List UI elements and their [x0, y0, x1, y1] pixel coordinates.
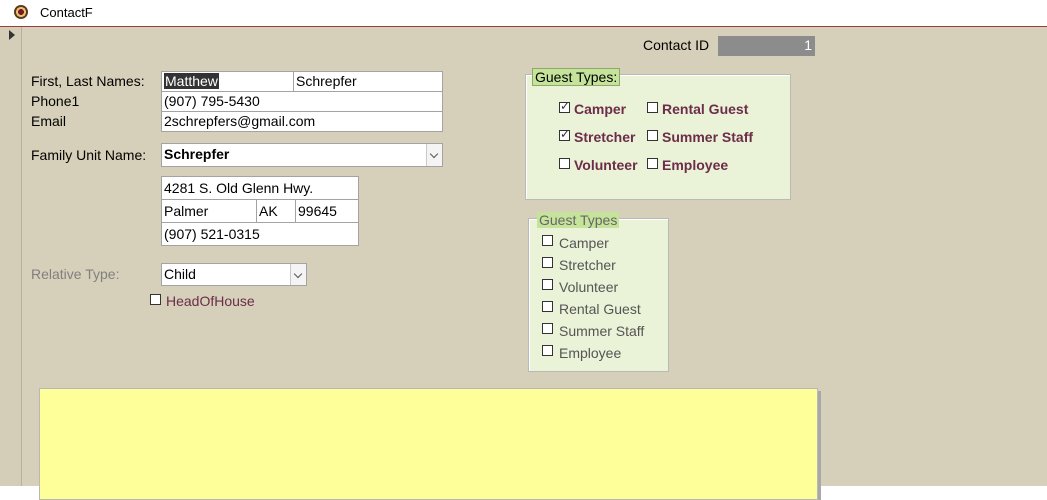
family-zip-field[interactable]: 99645	[295, 199, 359, 223]
email-field[interactable]: 2schrepfers@gmail.com	[161, 111, 443, 132]
form-detail-section: Contact ID 1 First, Last Names: Phone1 E…	[22, 27, 1047, 500]
gt-stretcher-label: Stretcher	[574, 129, 636, 145]
current-record-arrow-icon	[9, 30, 15, 40]
gt-rental-guest-label: Rental Guest	[662, 101, 749, 117]
last-name-field[interactable]: Schrepfer	[293, 71, 443, 92]
family-state-field[interactable]: AK	[256, 199, 296, 223]
gt-summer-staff-checkbox[interactable]	[647, 130, 658, 141]
chevron-down-icon[interactable]	[426, 144, 442, 166]
relative-type-value: Child	[164, 266, 196, 282]
first-name-field[interactable]: Matthew	[161, 71, 295, 92]
access-app-icon	[14, 5, 28, 19]
gt-stretcher-checkbox[interactable]	[559, 127, 570, 141]
opt-rental-guest-checkbox[interactable]	[542, 301, 553, 312]
family-address-field[interactable]: 4281 S. Old Glenn Hwy.	[161, 176, 359, 200]
window-titlebar: ContactF	[0, 0, 1047, 27]
family-unit-label: Family Unit Name:	[31, 147, 147, 163]
opt-stretcher-label: Stretcher	[559, 257, 616, 273]
family-unit-value: Schrepfer	[164, 146, 230, 162]
guest-types-option-caption: Guest Types	[537, 212, 620, 228]
gt-rental-guest-checkbox[interactable]	[647, 102, 658, 113]
opt-summer-staff-label: Summer Staff	[559, 323, 645, 339]
contact-id-field[interactable]: 1	[718, 36, 815, 56]
opt-employee-label: Employee	[559, 345, 622, 361]
relative-type-label: Relative Type:	[31, 266, 120, 282]
names-label: First, Last Names:	[31, 73, 145, 89]
opt-volunteer-checkbox[interactable]	[542, 279, 553, 290]
gt-summer-staff-label: Summer Staff	[662, 129, 754, 145]
head-of-house-checkbox[interactable]	[150, 294, 161, 305]
opt-employee-checkbox[interactable]	[542, 345, 553, 356]
opt-summer-staff-checkbox[interactable]	[542, 323, 553, 334]
gt-volunteer-label: Volunteer	[574, 157, 638, 173]
gt-volunteer-checkbox[interactable]	[559, 158, 570, 169]
opt-rental-guest-label: Rental Guest	[559, 301, 641, 317]
family-phone-field[interactable]: (907) 521-0315	[161, 222, 359, 246]
opt-camper-checkbox[interactable]	[542, 235, 553, 246]
chevron-down-icon[interactable]	[290, 264, 306, 285]
gt-employee-checkbox[interactable]	[647, 158, 658, 169]
opt-camper-label: Camper	[559, 235, 609, 251]
email-label: Email	[31, 113, 67, 129]
notes-field[interactable]	[39, 388, 818, 500]
family-unit-combo[interactable]: Schrepfer	[161, 143, 443, 167]
head-of-house-label: HeadOfHouse	[166, 293, 255, 309]
gt-employee-label: Employee	[662, 157, 729, 173]
contact-id-label: Contact ID	[643, 37, 710, 53]
relative-type-combo[interactable]: Child	[161, 263, 307, 286]
opt-volunteer-label: Volunteer	[559, 279, 619, 295]
guest-types-caption: Guest Types:	[532, 68, 621, 86]
gt-camper-checkbox[interactable]	[559, 99, 570, 113]
gt-camper-label: Camper	[574, 101, 627, 117]
first-name-value: Matthew	[164, 73, 219, 89]
record-selector[interactable]	[0, 27, 22, 486]
opt-stretcher-checkbox[interactable]	[542, 257, 553, 268]
phone1-field[interactable]: (907) 795-5430	[161, 91, 443, 112]
phone1-label: Phone1	[31, 93, 80, 109]
window-title: ContactF	[40, 5, 93, 20]
family-city-field[interactable]: Palmer	[161, 199, 257, 223]
